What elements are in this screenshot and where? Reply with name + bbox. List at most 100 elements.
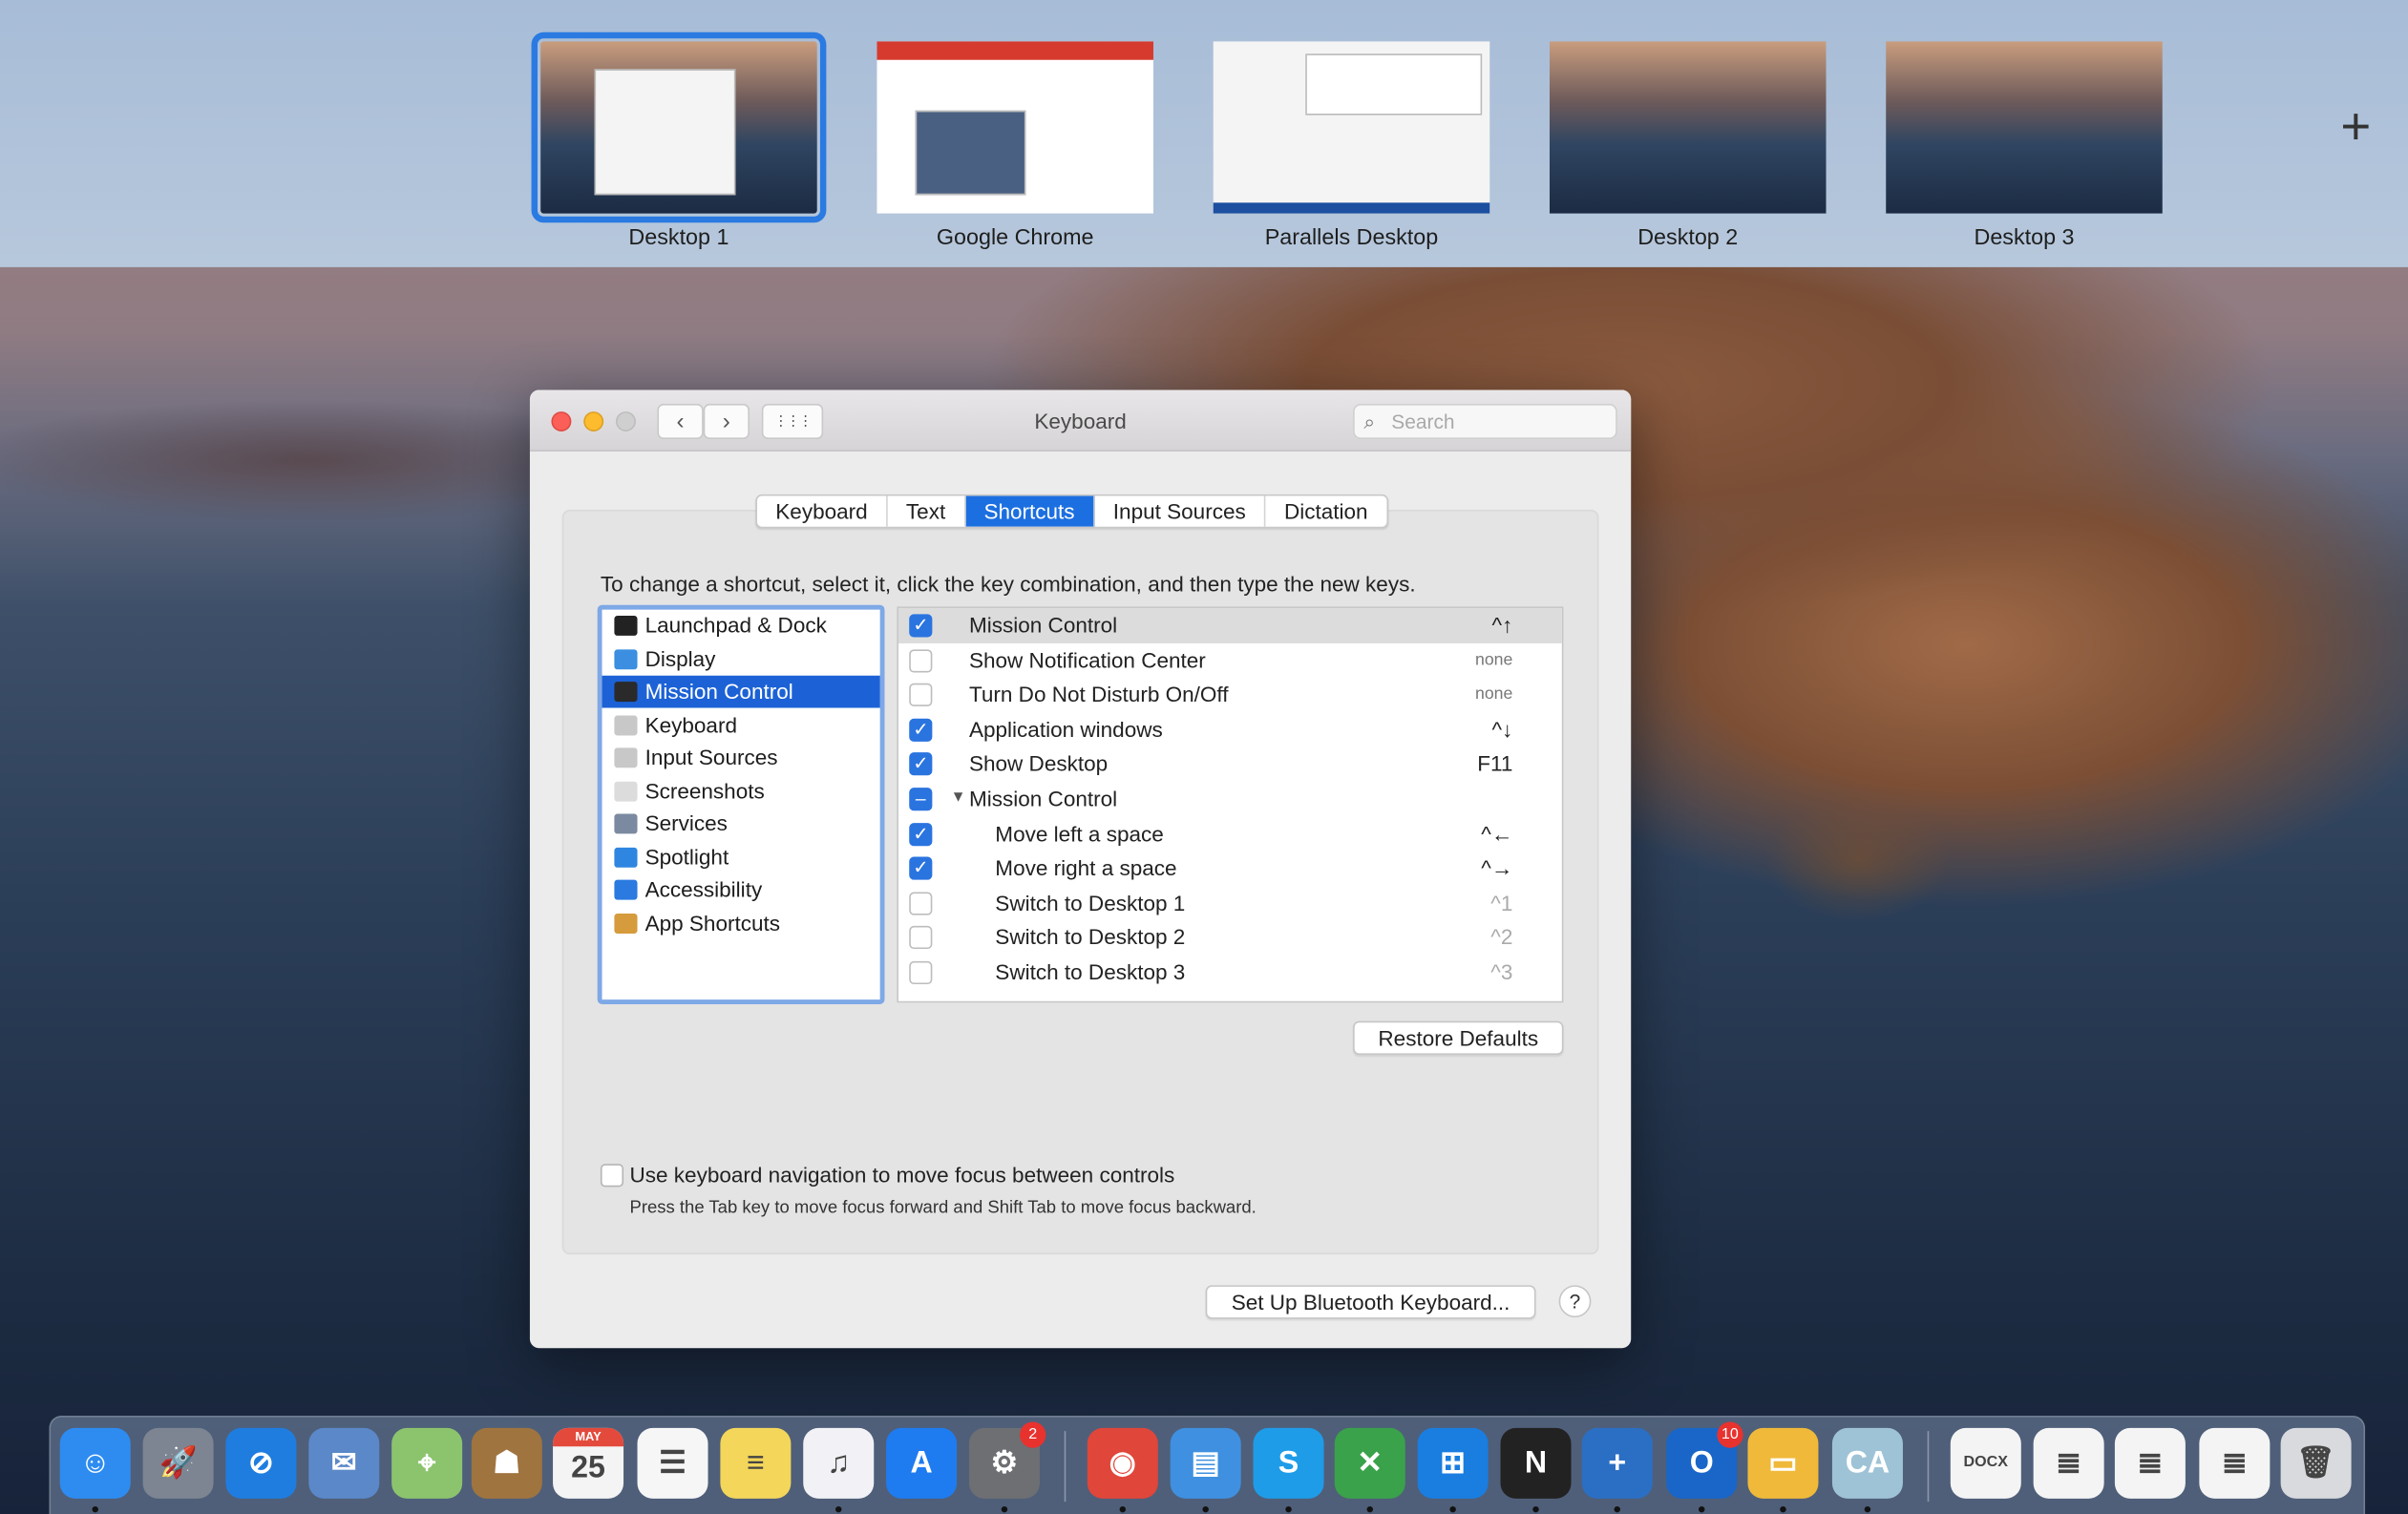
shortcut-row[interactable]: Turn Do Not Disturb On/Off none (898, 678, 1562, 712)
windows-icon[interactable]: ⊞ (1417, 1427, 1489, 1499)
display-icon (614, 648, 638, 669)
category-item[interactable]: Screenshots (602, 774, 880, 807)
shortcut-checkbox[interactable]: ✓ (909, 614, 933, 638)
space-thumbnail-desktop-3[interactable] (1886, 41, 2163, 214)
launchpad-icon[interactable]: 🚀 (142, 1427, 214, 1499)
shortcut-checkbox[interactable] (909, 648, 933, 672)
running-indicator (1864, 1505, 1871, 1513)
shortcut-row[interactable]: Switch to Desktop 3 ^3 (898, 955, 1562, 989)
dock-separator (1064, 1431, 1067, 1503)
shortcut-row[interactable]: ✓ Move left a space ^← (898, 816, 1562, 851)
shortcut-row[interactable]: ✓ Move right a space ^→ (898, 851, 1562, 885)
finder-icon[interactable]: ☺ (59, 1427, 131, 1499)
system-preferences-icon[interactable]: ⚙ 2 (968, 1421, 1046, 1499)
chrome-document-2-icon[interactable]: ≣ (2199, 1427, 2271, 1499)
shortcut-checkbox[interactable] (909, 892, 933, 915)
contacts-icon[interactable]: ☗ (471, 1427, 542, 1499)
space-thumbnail-parallels-desktop[interactable] (1213, 41, 1490, 214)
notes-icon[interactable]: ≡ (720, 1427, 792, 1499)
search-input[interactable]: ⌕ Search (1353, 404, 1617, 440)
music-icon[interactable]: ♫ (803, 1427, 875, 1499)
space-thumbnail-google-chrome[interactable] (877, 41, 1153, 214)
shortcut-name: Mission Control (968, 612, 1118, 638)
parallels-vm-icon[interactable]: ▤ (1170, 1427, 1241, 1499)
space-thumbnail-desktop-2[interactable] (1549, 41, 1827, 214)
plus-app-icon[interactable]: + (1581, 1427, 1653, 1499)
plus-icon[interactable]: + (2340, 101, 2371, 154)
skype-document-icon[interactable]: ≣ (2114, 1427, 2186, 1499)
keyboard-navigation-label: Use keyboard navigation to move focus be… (629, 1162, 1175, 1188)
shortcut-checkbox[interactable]: – (909, 788, 933, 811)
skype-icon[interactable]: S (1253, 1427, 1324, 1499)
docx-document-icon[interactable]: DOCX (1950, 1427, 2021, 1499)
category-item[interactable]: Display (602, 642, 880, 675)
ca-app-icon[interactable]: CA (1831, 1427, 1903, 1499)
shortcut-row[interactable]: Switch to Desktop 1 ^1 (898, 886, 1562, 920)
category-item[interactable]: Spotlight (602, 841, 880, 873)
help-button[interactable]: ? (1558, 1285, 1592, 1318)
trash-icon[interactable]: 🗑 (2280, 1427, 2352, 1499)
space-thumbnail-desktop-1[interactable] (531, 32, 827, 223)
shortcut-row[interactable]: – ▼ Mission Control (898, 782, 1562, 816)
file-explorer-icon[interactable]: ▭ (1747, 1427, 1819, 1499)
category-item[interactable]: Mission Control (602, 675, 880, 708)
shortcut-checkbox[interactable]: ✓ (909, 856, 933, 880)
launchpad-dock-icon (614, 616, 638, 636)
tab-keyboard[interactable]: Keyboard (757, 495, 888, 527)
shortcut-key[interactable]: ^3 (1490, 955, 1512, 988)
mail-icon[interactable]: ✉ (308, 1427, 380, 1499)
disclosure-triangle-icon[interactable]: ▼ (951, 782, 966, 815)
shortcut-checkbox[interactable]: ✓ (909, 822, 933, 846)
chrome-icon[interactable]: ◉ (1087, 1427, 1158, 1499)
shortcut-key[interactable]: none (1475, 678, 1512, 711)
keyboard-preferences-window: ‹ › ⋮⋮⋮ Keyboard ⌕ Search Keyboard Text S… (529, 389, 1632, 1349)
category-item[interactable]: Services (602, 808, 880, 840)
shortcut-checkbox[interactable]: ✓ (909, 752, 933, 776)
dock-glyph: ✉ (330, 1446, 357, 1481)
safari-icon[interactable]: ⊘ (225, 1427, 297, 1499)
shortcut-key[interactable]: ^↓ (1492, 712, 1513, 746)
tab-dictation[interactable]: Dictation (1266, 496, 1386, 527)
shortcut-key[interactable]: none (1475, 642, 1512, 676)
shortcut-key[interactable]: ^→ (1481, 851, 1512, 884)
category-item[interactable]: Input Sources (602, 742, 880, 774)
shortcut-row[interactable]: ✓ Application windows ^↓ (898, 712, 1562, 746)
shortcut-row[interactable]: Switch to Desktop 2 ^2 (898, 920, 1562, 955)
shortcut-name: Show Notification Center (968, 647, 1206, 672)
keyboard-navigation-checkbox[interactable] (600, 1164, 624, 1188)
running-indicator (1532, 1505, 1539, 1513)
shortcut-checkbox[interactable] (909, 683, 933, 707)
shortcut-key[interactable]: ^2 (1490, 920, 1512, 954)
shortcut-checkbox[interactable] (909, 926, 933, 950)
app-n-icon[interactable]: N (1500, 1427, 1572, 1499)
shortcut-key[interactable]: F11 (1477, 746, 1512, 780)
category-item[interactable]: App Shortcuts (602, 907, 880, 939)
tab-shortcuts[interactable]: Shortcuts (965, 495, 1095, 527)
spotlight-icon (614, 847, 638, 867)
app-store-icon[interactable]: A (886, 1427, 958, 1499)
maps-icon[interactable]: ⌖ (391, 1427, 463, 1499)
restore-defaults-button[interactable]: Restore Defaults (1353, 1020, 1564, 1056)
shortcut-checkbox[interactable] (909, 960, 933, 985)
dock-glyph: S (1278, 1446, 1299, 1481)
crossover-icon[interactable]: ✕ (1334, 1427, 1405, 1499)
dock-glyph: ≣ (2056, 1446, 2082, 1481)
category-item[interactable]: Keyboard (602, 708, 880, 741)
calendar-icon[interactable]: 25 MAY (553, 1427, 624, 1499)
shortcut-row[interactable]: ✓ Mission Control ^↑ (898, 607, 1562, 643)
shortcut-key[interactable]: ^↑ (1492, 608, 1513, 641)
outlook-icon[interactable]: O 10 (1666, 1421, 1743, 1499)
category-item[interactable]: Accessibility (602, 873, 880, 906)
shortcut-row[interactable]: ✓ Show Desktop F11 (898, 746, 1562, 781)
reminders-icon[interactable]: ☰ (637, 1427, 708, 1499)
set-up-bluetooth-keyboard-button[interactable]: Set Up Bluetooth Keyboard... (1205, 1285, 1536, 1319)
category-item[interactable]: Launchpad & Dock (602, 610, 880, 642)
chrome-document-icon[interactable]: ≣ (2033, 1427, 2104, 1499)
shortcut-row[interactable]: Show Notification Center none (898, 642, 1562, 677)
shortcut-key[interactable]: ^1 (1490, 886, 1512, 919)
tab-text[interactable]: Text (888, 495, 966, 527)
running-indicator (835, 1505, 842, 1513)
tab-input-sources[interactable]: Input Sources (1094, 495, 1266, 527)
shortcut-key[interactable]: ^← (1481, 816, 1512, 850)
shortcut-checkbox[interactable]: ✓ (909, 718, 933, 742)
